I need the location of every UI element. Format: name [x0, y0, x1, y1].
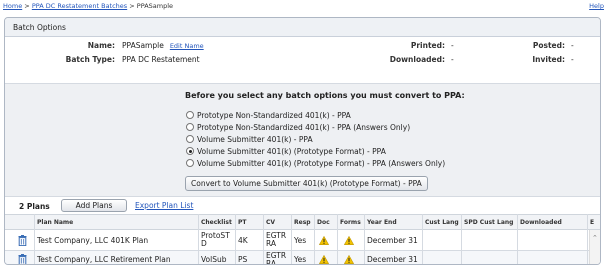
invited-label: Invited:: [532, 55, 565, 64]
help-link[interactable]: Help: [589, 2, 604, 10]
section-title: Batch Options: [5, 18, 600, 37]
plans-table: Plan Name Checklist PT CV Resp Doc Forms…: [5, 214, 600, 265]
scrollbar[interactable]: ⌃: [589, 230, 600, 264]
add-plans-button[interactable]: Add Plans: [61, 199, 127, 212]
breadcrumb-separator: >: [129, 2, 135, 10]
option-label: Volume Submitter 401(k) (Prototype Forma…: [197, 159, 446, 168]
resp-cell: Yes: [294, 255, 307, 264]
batch-type-label: Batch Type:: [65, 55, 115, 64]
option-label: Volume Submitter 401(k) - PPA: [197, 135, 313, 144]
radio-button-selected[interactable]: [186, 147, 194, 155]
column-header[interactable]: Doc: [317, 219, 330, 226]
pt-cell: 4K: [238, 236, 248, 245]
warning-icon[interactable]: [344, 236, 354, 245]
convert-option[interactable]: Volume Submitter 401(k) (Prototype Forma…: [186, 147, 386, 158]
checklist-cell: ProtoST D: [201, 231, 230, 248]
column-divider: [198, 214, 199, 264]
downloaded-label: Downloaded:: [389, 55, 445, 64]
column-header[interactable]: Year End: [367, 219, 397, 226]
convert-option[interactable]: Volume Submitter 401(k) (Prototype Forma…: [186, 159, 445, 170]
printed-value: -: [451, 41, 454, 50]
table-row[interactable]: Test Company, LLC Retirement Plan VolSub…: [5, 251, 600, 265]
column-header[interactable]: Checklist: [201, 219, 232, 226]
breadcrumb-separator: >: [24, 2, 30, 10]
column-header[interactable]: CV: [266, 219, 275, 226]
year-end-cell: December 31: [367, 236, 418, 245]
plans-toolbar: 2 Plans Add Plans Export Plan List: [5, 197, 600, 214]
radio-button[interactable]: [186, 135, 194, 143]
checklist-cell: VolSub: [201, 255, 227, 264]
cv-cell: EGTR RA: [266, 251, 287, 265]
plan-name[interactable]: Test Company, LLC Retirement Plan: [37, 255, 171, 264]
column-header[interactable]: Forms: [340, 219, 361, 226]
column-divider: [314, 214, 315, 264]
breadcrumb-current: PPASample: [136, 2, 174, 10]
convert-option[interactable]: Prototype Non-Standardized 401(k) - PPA …: [186, 123, 410, 134]
column-divider: [422, 214, 423, 264]
year-end-cell: December 31: [367, 255, 418, 264]
pt-cell: PS: [238, 255, 248, 264]
table-header: Plan Name Checklist PT CV Resp Doc Forms…: [5, 214, 600, 230]
posted-value: -: [571, 41, 574, 50]
convert-button[interactable]: Convert to Volume Submitter 401(k) (Prot…: [185, 176, 428, 191]
warning-icon[interactable]: [344, 255, 354, 264]
trash-icon[interactable]: [18, 254, 27, 265]
warning-icon[interactable]: [319, 236, 329, 245]
posted-label: Posted:: [532, 41, 565, 50]
plan-name[interactable]: Test Company, LLC 401K Plan: [37, 236, 148, 245]
convert-section: Before you select any batch options you …: [5, 83, 600, 197]
trash-icon[interactable]: [18, 235, 27, 246]
convert-option[interactable]: Prototype Non-Standardized 401(k) - PPA: [186, 111, 351, 122]
column-header[interactable]: E: [590, 219, 594, 226]
option-label: Prototype Non-Standardized 401(k) - PPA …: [197, 123, 411, 132]
downloaded-value: -: [451, 55, 454, 64]
name-value-group: PPASample Edit Name: [122, 41, 204, 50]
column-divider: [587, 214, 588, 264]
printed-label: Printed:: [410, 41, 445, 50]
column-divider: [461, 214, 462, 264]
batch-options-panel: Batch Options Name: PPASample Edit Name B…: [4, 17, 601, 265]
name-label: Name:: [87, 41, 115, 50]
table-row[interactable]: Test Company, LLC 401K Plan ProtoST D 4K…: [5, 230, 600, 251]
column-divider: [291, 214, 292, 264]
radio-button[interactable]: [186, 123, 194, 131]
edit-name-link[interactable]: Edit Name: [170, 42, 204, 50]
column-divider: [337, 214, 338, 264]
chevron-up-icon[interactable]: ⌃: [592, 234, 598, 242]
breadcrumb-home-link[interactable]: Home: [3, 2, 22, 10]
batch-info: Name: PPASample Edit Name Batch Type: PPA…: [5, 37, 600, 83]
plans-count: 2 Plans: [19, 202, 50, 211]
batch-type-value: PPA DC Restatement: [122, 55, 200, 64]
column-divider: [364, 214, 365, 264]
export-plan-list-link[interactable]: Export Plan List: [135, 201, 193, 210]
convert-heading: Before you select any batch options you …: [185, 91, 465, 100]
column-header[interactable]: PT: [238, 219, 247, 226]
column-header[interactable]: Cust Lang: [425, 219, 459, 226]
convert-option[interactable]: Volume Submitter 401(k) - PPA: [186, 135, 313, 146]
column-header[interactable]: Plan Name: [37, 219, 73, 226]
top-bar: Home > PPA DC Restatement Batches > PPAS…: [3, 2, 604, 11]
column-divider: [263, 214, 264, 264]
radio-button[interactable]: [186, 111, 194, 119]
column-header[interactable]: SPD Cust Lang: [464, 219, 513, 226]
batch-name-value: PPASample: [122, 41, 164, 50]
column-divider: [517, 214, 518, 264]
option-label: Prototype Non-Standardized 401(k) - PPA: [197, 111, 351, 120]
column-header[interactable]: Downloaded: [520, 219, 562, 226]
warning-icon[interactable]: [319, 255, 329, 264]
invited-value: -: [571, 55, 574, 64]
breadcrumb-batches-link[interactable]: PPA DC Restatement Batches: [32, 2, 127, 10]
option-label: Volume Submitter 401(k) (Prototype Forma…: [197, 147, 386, 156]
resp-cell: Yes: [294, 236, 307, 245]
radio-button[interactable]: [186, 159, 194, 167]
column-divider: [235, 214, 236, 264]
cv-cell: EGTR RA: [266, 231, 287, 248]
column-header[interactable]: Resp: [294, 219, 311, 226]
breadcrumb: Home > PPA DC Restatement Batches > PPAS…: [3, 2, 173, 10]
column-divider: [34, 214, 35, 264]
